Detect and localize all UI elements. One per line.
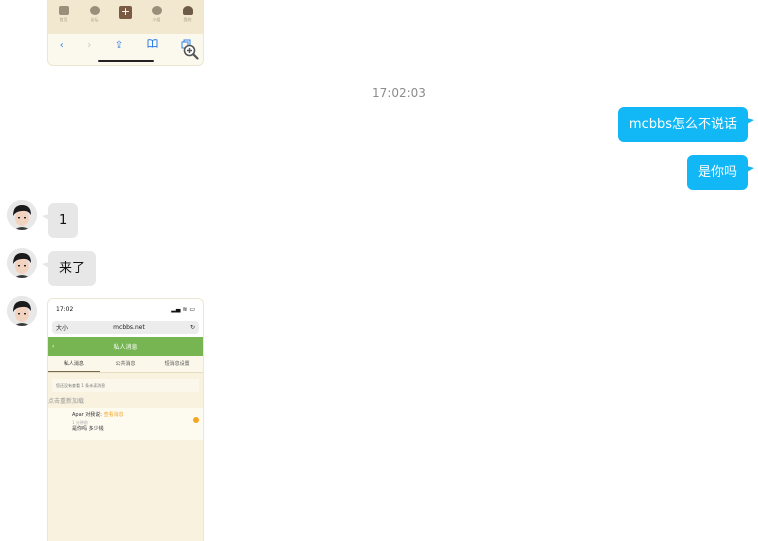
message-preview: 是你吗 多少钱 xyxy=(72,426,104,432)
tab-home: 首页 xyxy=(53,6,75,23)
reload-icon: ↻ xyxy=(189,324,195,331)
list-item: Apar 对我说: 查看消息 1 分钟前 是你吗 多少钱 xyxy=(48,408,203,440)
forward-icon: › xyxy=(87,39,92,51)
avatar[interactable] xyxy=(7,248,37,278)
incoming-message-bubble[interactable]: 来了 xyxy=(48,251,97,286)
bookmarks-icon xyxy=(147,39,158,51)
avatar[interactable] xyxy=(7,296,37,326)
tab-label: 小组 xyxy=(152,17,161,22)
tab-public: 公共消息 xyxy=(115,361,136,367)
tab-private: 私人消息 xyxy=(48,356,100,372)
home-icon xyxy=(58,6,69,15)
unread-notice: 您还没有查看 1 条未读消息 xyxy=(52,379,199,392)
avatar[interactable] xyxy=(7,200,37,230)
browser-url-bar: 大小 mcbbs.net ↻ xyxy=(48,319,203,337)
avatar-portrait-icon xyxy=(7,296,37,326)
screenshot-tabbar: 首页 论坛 + 小组 我的 xyxy=(48,0,203,34)
image-message-screenshot-top[interactable]: 首页 论坛 + 小组 我的 ‹ › ⇪ xyxy=(47,0,204,66)
incoming-message-bubble[interactable]: 1 xyxy=(48,203,79,238)
zoom-in-icon[interactable] xyxy=(183,44,199,60)
message-tabs: 私人消息 公共消息 短消息设置 xyxy=(48,356,203,373)
tab-plus: + xyxy=(115,6,137,19)
browser-toolbar: ‹ › ⇪ xyxy=(48,34,203,56)
outgoing-message-bubble[interactable]: mcbbs怎么不说话 xyxy=(617,107,748,142)
page-header: ‹ 私人消息 xyxy=(48,337,203,356)
status-time: 17:02 xyxy=(56,305,74,313)
user-icon xyxy=(182,6,193,15)
plus-icon: + xyxy=(119,5,132,19)
avatar-portrait-icon xyxy=(7,200,37,230)
tab-label: 首页 xyxy=(59,17,68,22)
tab-forum: 论坛 xyxy=(84,6,106,23)
avatar-portrait-icon xyxy=(7,248,37,278)
chat-window: 首页 论坛 + 小组 我的 ‹ › ⇪ 17:02:03 mcbbs怎么不说话 … xyxy=(0,0,758,541)
tab-me: 我的 xyxy=(177,6,199,23)
status-icons: ▂▄ ≋ ▭ xyxy=(171,305,195,313)
tab-label: 我的 xyxy=(183,17,192,22)
tab-group: 小组 xyxy=(146,6,168,23)
share-icon: ⇪ xyxy=(114,39,124,51)
text-size-label: 大小 xyxy=(56,325,69,332)
tab-label: 论坛 xyxy=(90,17,99,22)
home-indicator xyxy=(98,60,154,62)
url-text: mcbbs.net xyxy=(113,324,145,331)
view-link: 查看消息 xyxy=(103,412,124,418)
chat-icon xyxy=(89,6,100,15)
back-icon: ‹ xyxy=(59,39,64,51)
tab-settings: 短消息设置 xyxy=(164,361,190,367)
outgoing-message-bubble[interactable]: 是你吗 xyxy=(686,155,748,190)
group-icon xyxy=(151,6,162,15)
page-title: 私人消息 xyxy=(113,344,138,351)
unread-dot xyxy=(193,417,199,423)
sender-name: Apar 对我说: xyxy=(72,412,102,418)
message-time: 1 分钟前 xyxy=(72,420,88,425)
reload-link: 点击重新加载 xyxy=(48,398,85,405)
image-message-screenshot-bottom[interactable]: 17:02 ▂▄ ≋ ▭ 大小 mcbbs.net ↻ ‹ 私人消息 私人消息 … xyxy=(47,298,204,541)
phone-status-bar: 17:02 ▂▄ ≋ ▭ xyxy=(48,299,203,319)
message-timestamp: 17:02:03 xyxy=(372,86,426,100)
